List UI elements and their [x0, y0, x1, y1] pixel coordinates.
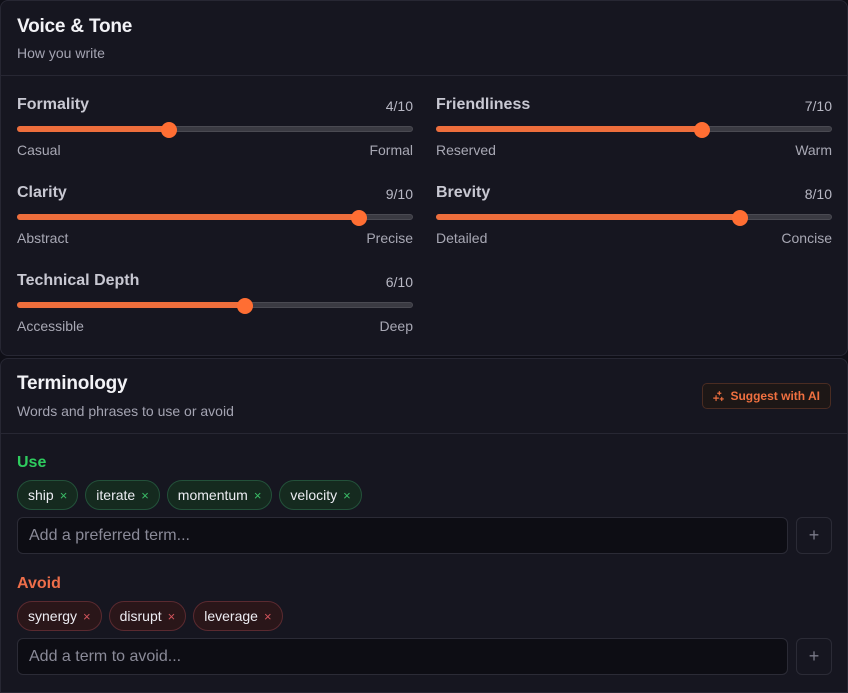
preferred-term-input[interactable] [17, 517, 788, 554]
voice-tone-header: Voice & Tone How you write [1, 1, 847, 76]
slider-thumb[interactable] [732, 210, 748, 226]
slider-thumb[interactable] [694, 122, 710, 138]
avoid-term-chip: leverage × [193, 601, 283, 631]
use-term-chip: iterate × [85, 480, 160, 510]
avoid-term-chip: synergy × [17, 601, 102, 631]
slider-technical-depth: Technical Depth 6/10 Accessible Deep [17, 272, 413, 352]
term-text: ship [28, 487, 54, 503]
slider-friendliness: Friendliness 7/10 Reserved Warm [436, 96, 832, 176]
slider-value: 9/10 [385, 186, 413, 202]
slider-value: 4/10 [385, 98, 413, 114]
term-text: velocity [290, 487, 338, 503]
slider-min-label: Detailed [436, 230, 488, 246]
slider-fill [436, 126, 702, 132]
terminology-header: Terminology Words and phrases to use or … [1, 359, 847, 434]
plus-icon: + [808, 525, 820, 545]
use-term-chip: ship × [17, 480, 79, 510]
term-text: disrupt [119, 608, 162, 624]
use-term-chip: velocity × [279, 480, 362, 510]
slider-fill [17, 302, 245, 308]
slider-fill [17, 126, 169, 132]
slider-thumb[interactable] [237, 298, 253, 314]
slider-value: 7/10 [804, 98, 832, 114]
add-avoid-term-button[interactable]: + [796, 638, 832, 675]
slider-thumb[interactable] [351, 210, 367, 226]
term-text: iterate [96, 487, 136, 503]
remove-term-icon[interactable]: × [141, 489, 149, 502]
avoid-section-label: Avoid [17, 575, 61, 592]
slider-max-label: Concise [781, 230, 832, 246]
remove-term-icon[interactable]: × [83, 610, 91, 623]
slider-max-label: Warm [795, 142, 832, 158]
avoid-term-list: synergy × disrupt × leverage × [17, 601, 283, 631]
plus-icon: + [808, 646, 820, 666]
slider-label: Formality [17, 96, 90, 113]
slider-max-label: Precise [366, 230, 413, 246]
remove-term-icon[interactable]: × [343, 489, 351, 502]
voice-tone-title: Voice & Tone [17, 16, 133, 37]
term-text: synergy [28, 608, 78, 624]
slider-track[interactable] [17, 298, 413, 314]
terminology-subtitle: Words and phrases to use or avoid [17, 403, 234, 419]
term-text: momentum [177, 487, 248, 503]
slider-value: 6/10 [385, 274, 413, 290]
avoid-term-chip: disrupt × [108, 601, 187, 631]
slider-track[interactable] [17, 122, 413, 138]
slider-max-label: Deep [379, 318, 413, 334]
slider-track[interactable] [17, 210, 413, 226]
suggest-with-ai-label: Suggest with AI [730, 389, 820, 403]
slider-min-label: Casual [17, 142, 61, 158]
slider-brevity: Brevity 8/10 Detailed Concise [436, 184, 832, 264]
slider-track[interactable] [436, 210, 832, 226]
slider-min-label: Accessible [17, 318, 84, 334]
voice-tone-subtitle: How you write [17, 45, 105, 61]
terminology-title: Terminology [17, 373, 128, 394]
use-term-list: ship × iterate × momentum × velocity × [17, 480, 362, 510]
term-text: leverage [204, 608, 258, 624]
avoid-term-input[interactable] [17, 638, 788, 675]
slider-clarity: Clarity 9/10 Abstract Precise [17, 184, 413, 264]
slider-thumb[interactable] [161, 122, 177, 138]
slider-track[interactable] [436, 122, 832, 138]
voice-tone-card: Voice & Tone How you write Formality 4/1… [0, 0, 848, 356]
slider-fill [17, 214, 359, 220]
suggest-with-ai-button[interactable]: Suggest with AI [702, 383, 831, 409]
slider-label: Brevity [436, 184, 491, 201]
slider-label: Technical Depth [17, 272, 140, 289]
remove-term-icon[interactable]: × [254, 489, 262, 502]
remove-term-icon[interactable]: × [168, 610, 176, 623]
slider-label: Friendliness [436, 96, 531, 113]
sparkles-icon [713, 390, 725, 401]
slider-formality: Formality 4/10 Casual Formal [17, 96, 413, 176]
slider-max-label: Formal [369, 142, 413, 158]
slider-fill [436, 214, 740, 220]
slider-min-label: Abstract [17, 230, 69, 246]
slider-min-label: Reserved [436, 142, 496, 158]
slider-value: 8/10 [804, 186, 832, 202]
slider-label: Clarity [17, 184, 67, 201]
remove-term-icon[interactable]: × [60, 489, 68, 502]
use-section-label: Use [17, 454, 47, 471]
use-term-chip: momentum × [166, 480, 273, 510]
remove-term-icon[interactable]: × [264, 610, 272, 623]
terminology-card: Terminology Words and phrases to use or … [0, 358, 848, 693]
add-preferred-term-button[interactable]: + [796, 517, 832, 554]
